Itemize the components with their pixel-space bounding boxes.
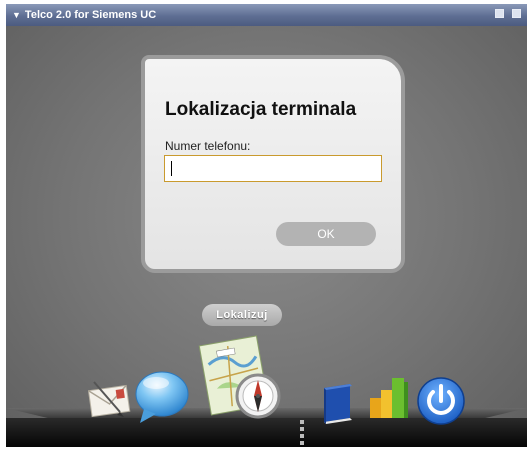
phone-number-input[interactable]	[164, 155, 382, 182]
localize-button[interactable]: Lokalizuj	[202, 304, 282, 326]
edit-icon[interactable]	[495, 9, 504, 18]
main-content: Lokalizacja terminala Numer telefonu: OK…	[6, 26, 527, 447]
book-icon[interactable]	[318, 382, 358, 426]
ok-button[interactable]: OK	[276, 222, 376, 246]
maximize-icon[interactable]	[512, 9, 521, 18]
app-window: ▼ Telco 2.0 for Siemens UC Lokalizacja t…	[6, 4, 527, 447]
mail-icon[interactable]	[86, 378, 132, 420]
collapse-arrow-icon[interactable]: ▼	[12, 10, 21, 20]
chat-bubble-icon[interactable]	[134, 369, 190, 425]
title-bar: ▼ Telco 2.0 for Siemens UC	[6, 4, 527, 26]
phone-number-label: Numer telefonu:	[165, 139, 251, 153]
text-caret	[171, 161, 172, 176]
window-title: Telco 2.0 for Siemens UC	[24, 9, 157, 21]
title-bar-controls	[495, 9, 521, 18]
location-dialog: Lokalizacja terminala Numer telefonu: OK	[141, 55, 405, 273]
map-compass-icon[interactable]	[196, 330, 288, 422]
bar-chart-icon[interactable]	[366, 372, 414, 424]
power-icon[interactable]	[416, 376, 466, 426]
dock-separator	[299, 420, 305, 446]
dialog-title: Lokalizacja terminala	[165, 99, 357, 120]
